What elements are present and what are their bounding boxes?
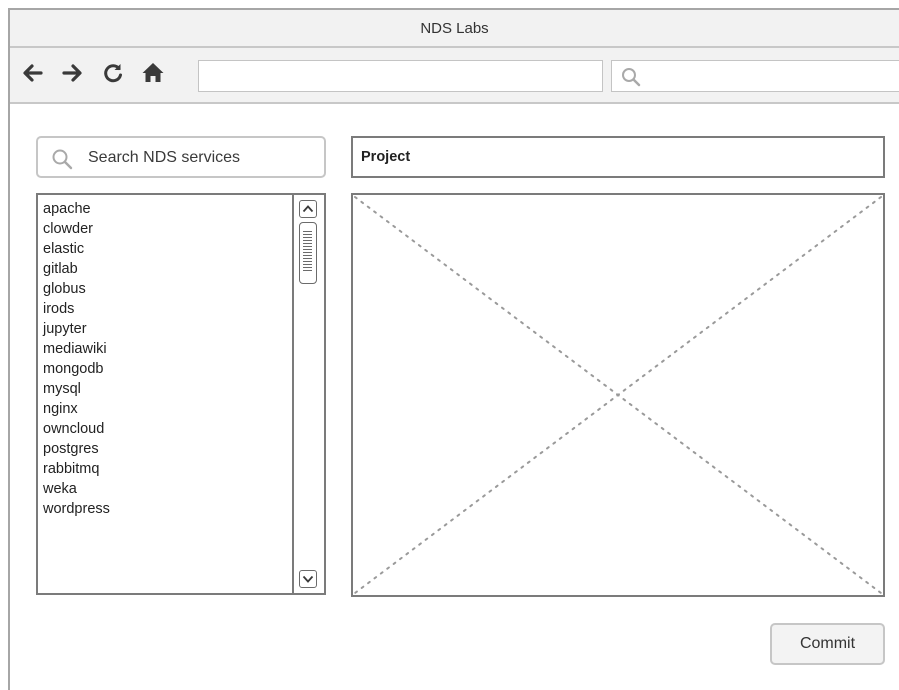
service-item-globus[interactable]: globus: [43, 279, 110, 299]
service-item-apache[interactable]: apache: [43, 199, 110, 219]
reload-icon[interactable]: [100, 60, 126, 86]
service-item-mediawiki[interactable]: mediawiki: [43, 339, 110, 359]
service-item-owncloud[interactable]: owncloud: [43, 419, 110, 439]
image-placeholder: [351, 193, 885, 597]
service-item-mysql[interactable]: mysql: [43, 379, 110, 399]
placeholder-cross-icon: [354, 196, 882, 594]
scrollbar[interactable]: [292, 195, 324, 593]
browser-search-input[interactable]: [646, 61, 890, 93]
arrow-right-icon[interactable]: [59, 60, 85, 86]
service-item-irods[interactable]: irods: [43, 299, 110, 319]
service-item-jupyter[interactable]: jupyter: [43, 319, 110, 339]
service-item-clowder[interactable]: clowder: [43, 219, 110, 239]
service-search-box[interactable]: [36, 136, 326, 178]
service-item-mongodb[interactable]: mongodb: [43, 359, 110, 379]
service-item-rabbitmq[interactable]: rabbitmq: [43, 459, 110, 479]
chevron-down-icon: [302, 575, 314, 583]
window-title: NDS Labs: [10, 10, 899, 48]
project-field[interactable]: [351, 136, 885, 178]
home-icon[interactable]: [140, 60, 166, 86]
service-search-input[interactable]: [86, 138, 320, 178]
service-item-elastic[interactable]: elastic: [43, 239, 110, 259]
search-icon: [620, 66, 642, 93]
service-item-nginx[interactable]: nginx: [43, 399, 110, 419]
service-item-postgres[interactable]: postgres: [43, 439, 110, 459]
service-item-weka[interactable]: weka: [43, 479, 110, 499]
browser-search-field[interactable]: [611, 60, 899, 93]
browser-toolbar: [10, 48, 899, 104]
chevron-up-icon: [302, 205, 314, 213]
arrow-left-icon[interactable]: [20, 60, 46, 86]
url-field[interactable]: [198, 60, 603, 92]
scroll-down-button[interactable]: [299, 570, 317, 588]
scroll-thumb[interactable]: [299, 222, 317, 284]
search-icon: [50, 147, 74, 176]
scroll-up-button[interactable]: [299, 200, 317, 218]
service-list[interactable]: apache clowder elastic gitlab globus irods jup…: [36, 193, 326, 595]
grip-icon: [303, 231, 312, 273]
service-item-wordpress[interactable]: wordpress: [43, 499, 110, 519]
service-item-gitlab[interactable]: gitlab: [43, 259, 110, 279]
service-items: apache clowder elastic gitlab globus irods jup…: [43, 199, 110, 519]
commit-button[interactable]: Commit: [770, 623, 885, 665]
